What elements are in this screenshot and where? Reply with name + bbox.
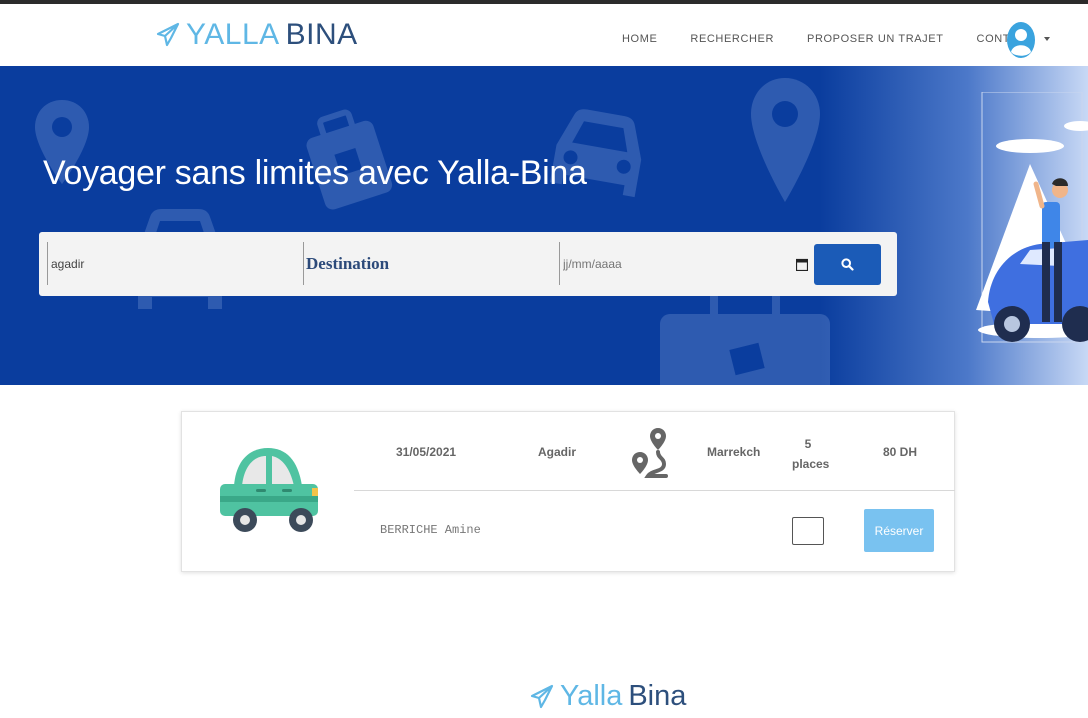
nav-rechercher[interactable]: RECHERCHER bbox=[690, 33, 774, 45]
search-icon bbox=[841, 258, 854, 271]
date-field-wrapper bbox=[559, 242, 811, 285]
date-input[interactable] bbox=[560, 256, 811, 271]
hero-banner: Voyager sans limites avec Yalla-Bina Des… bbox=[0, 66, 1088, 385]
destination-select[interactable]: Destination bbox=[304, 254, 389, 274]
footer-brand-yalla: Yalla bbox=[560, 680, 623, 712]
brand-text-bina: BINA bbox=[285, 18, 358, 51]
origin-input[interactable] bbox=[48, 256, 299, 271]
location-pin-icon bbox=[751, 78, 820, 202]
origin-field-wrapper bbox=[47, 242, 299, 285]
trip-destination: Marrekch bbox=[707, 445, 761, 459]
trip-origin: Agadir bbox=[538, 445, 577, 459]
calendar-icon[interactable] bbox=[796, 258, 808, 271]
navbar: YALLA BINA HOME RECHERCHER PROPOSER UN T… bbox=[0, 4, 1088, 66]
destination-field-wrapper[interactable]: Destination bbox=[303, 242, 555, 285]
places-count: 5 bbox=[804, 437, 812, 451]
trip-places: 5 places bbox=[792, 434, 829, 474]
paper-plane-icon bbox=[156, 22, 180, 47]
driver-name: BERRICHE Amine bbox=[380, 523, 481, 537]
suitcase-icon bbox=[660, 286, 830, 385]
card-divider bbox=[354, 490, 955, 491]
trip-card: 31/05/2021 Agadir Marrekch 5 places 80 D… bbox=[181, 411, 955, 572]
chevron-down-icon[interactable] bbox=[1044, 37, 1050, 41]
footer-brand-bina: Bina bbox=[628, 680, 687, 712]
route-icon bbox=[632, 428, 668, 478]
trip-date: 31/05/2021 bbox=[396, 445, 457, 459]
places-label: places bbox=[792, 457, 830, 471]
paper-plane-icon bbox=[530, 684, 554, 708]
nav-home[interactable]: HOME bbox=[622, 33, 657, 45]
user-avatar-icon[interactable] bbox=[1006, 21, 1036, 59]
nav-menu: HOME RECHERCHER PROPOSER UN TRAJET CONTA… bbox=[622, 33, 1033, 45]
traveler-car-illustration bbox=[976, 92, 1088, 343]
nav-proposer-trajet[interactable]: PROPOSER UN TRAJET bbox=[807, 33, 944, 45]
hero-title: Voyager sans limites avec Yalla-Bina bbox=[43, 154, 587, 192]
reserve-button[interactable]: Réserver bbox=[864, 509, 934, 552]
search-button[interactable] bbox=[814, 244, 881, 285]
search-bar: Destination bbox=[39, 232, 897, 296]
brand-text-yalla: YALLA bbox=[186, 18, 280, 51]
car-icon bbox=[220, 448, 318, 532]
seats-input[interactable] bbox=[792, 517, 824, 545]
trip-price: 80 DH bbox=[883, 445, 918, 459]
brand-logo[interactable]: YALLA BINA bbox=[156, 18, 358, 52]
footer-logo[interactable]: Yalla Bina bbox=[530, 680, 686, 713]
